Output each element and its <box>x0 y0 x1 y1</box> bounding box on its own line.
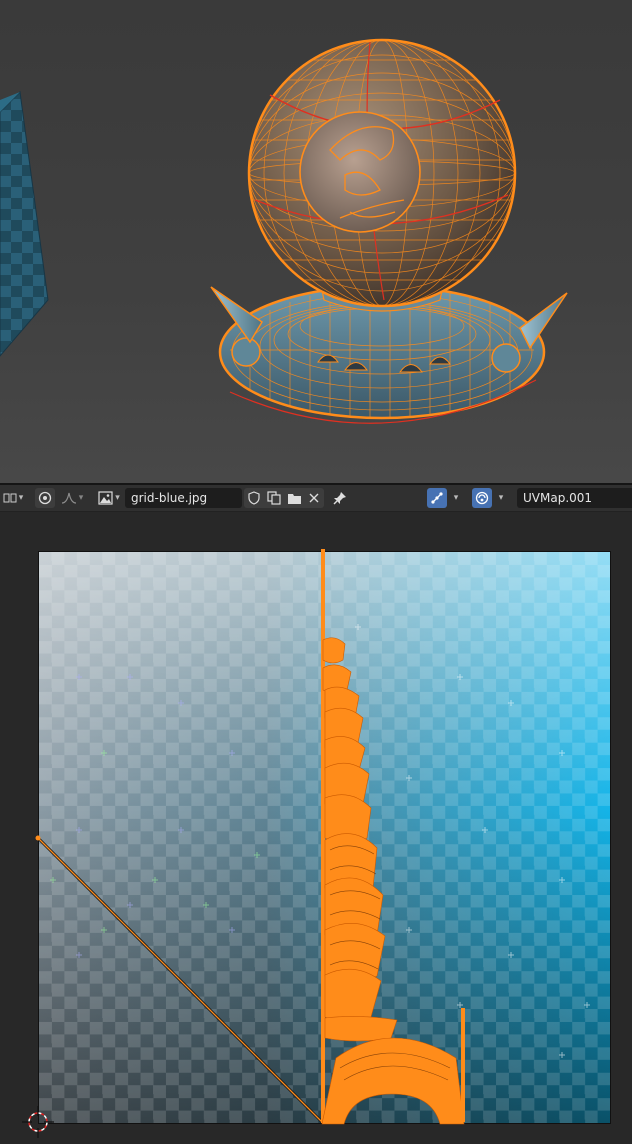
chevron-down-icon[interactable]: ▾ <box>448 488 462 508</box>
cube-object <box>0 90 49 357</box>
image-icon[interactable]: ▾ <box>94 488 124 508</box>
image-actions-group <box>244 488 324 508</box>
sync-display-icon[interactable] <box>472 488 492 508</box>
close-icon[interactable] <box>304 493 324 503</box>
falloff-curve-icon[interactable]: ▾ <box>57 488 87 508</box>
shield-icon[interactable] <box>244 491 264 505</box>
uv-map-field[interactable]: UVMap.001 <box>517 488 632 508</box>
uv-sticky-icon[interactable] <box>427 488 447 508</box>
3d-viewport[interactable] <box>0 0 632 483</box>
image-name-field[interactable]: grid-blue.jpg <box>125 488 242 508</box>
pin-icon[interactable] <box>330 488 350 508</box>
uv-texture-image <box>38 551 611 1124</box>
chevron-down-icon: ▾ <box>18 493 24 503</box>
viewport-scene <box>0 38 568 424</box>
chevron-down-icon[interactable]: ▾ <box>493 488 507 508</box>
chevron-down-icon: ▾ <box>78 493 84 503</box>
chevron-down-icon: ▾ <box>115 493 120 503</box>
uv-editor-header: ▾ ▾ ▾ grid-blue.jpg ▾ ▾ UVMap.001 <box>0 485 632 512</box>
uv-editor-icon[interactable]: ▾ <box>0 488 26 508</box>
spike-right <box>519 292 568 350</box>
duplicate-icon[interactable] <box>264 491 284 505</box>
folder-icon[interactable] <box>284 492 304 505</box>
proportional-edit-icon[interactable] <box>35 488 55 508</box>
sphere-object <box>247 38 517 308</box>
